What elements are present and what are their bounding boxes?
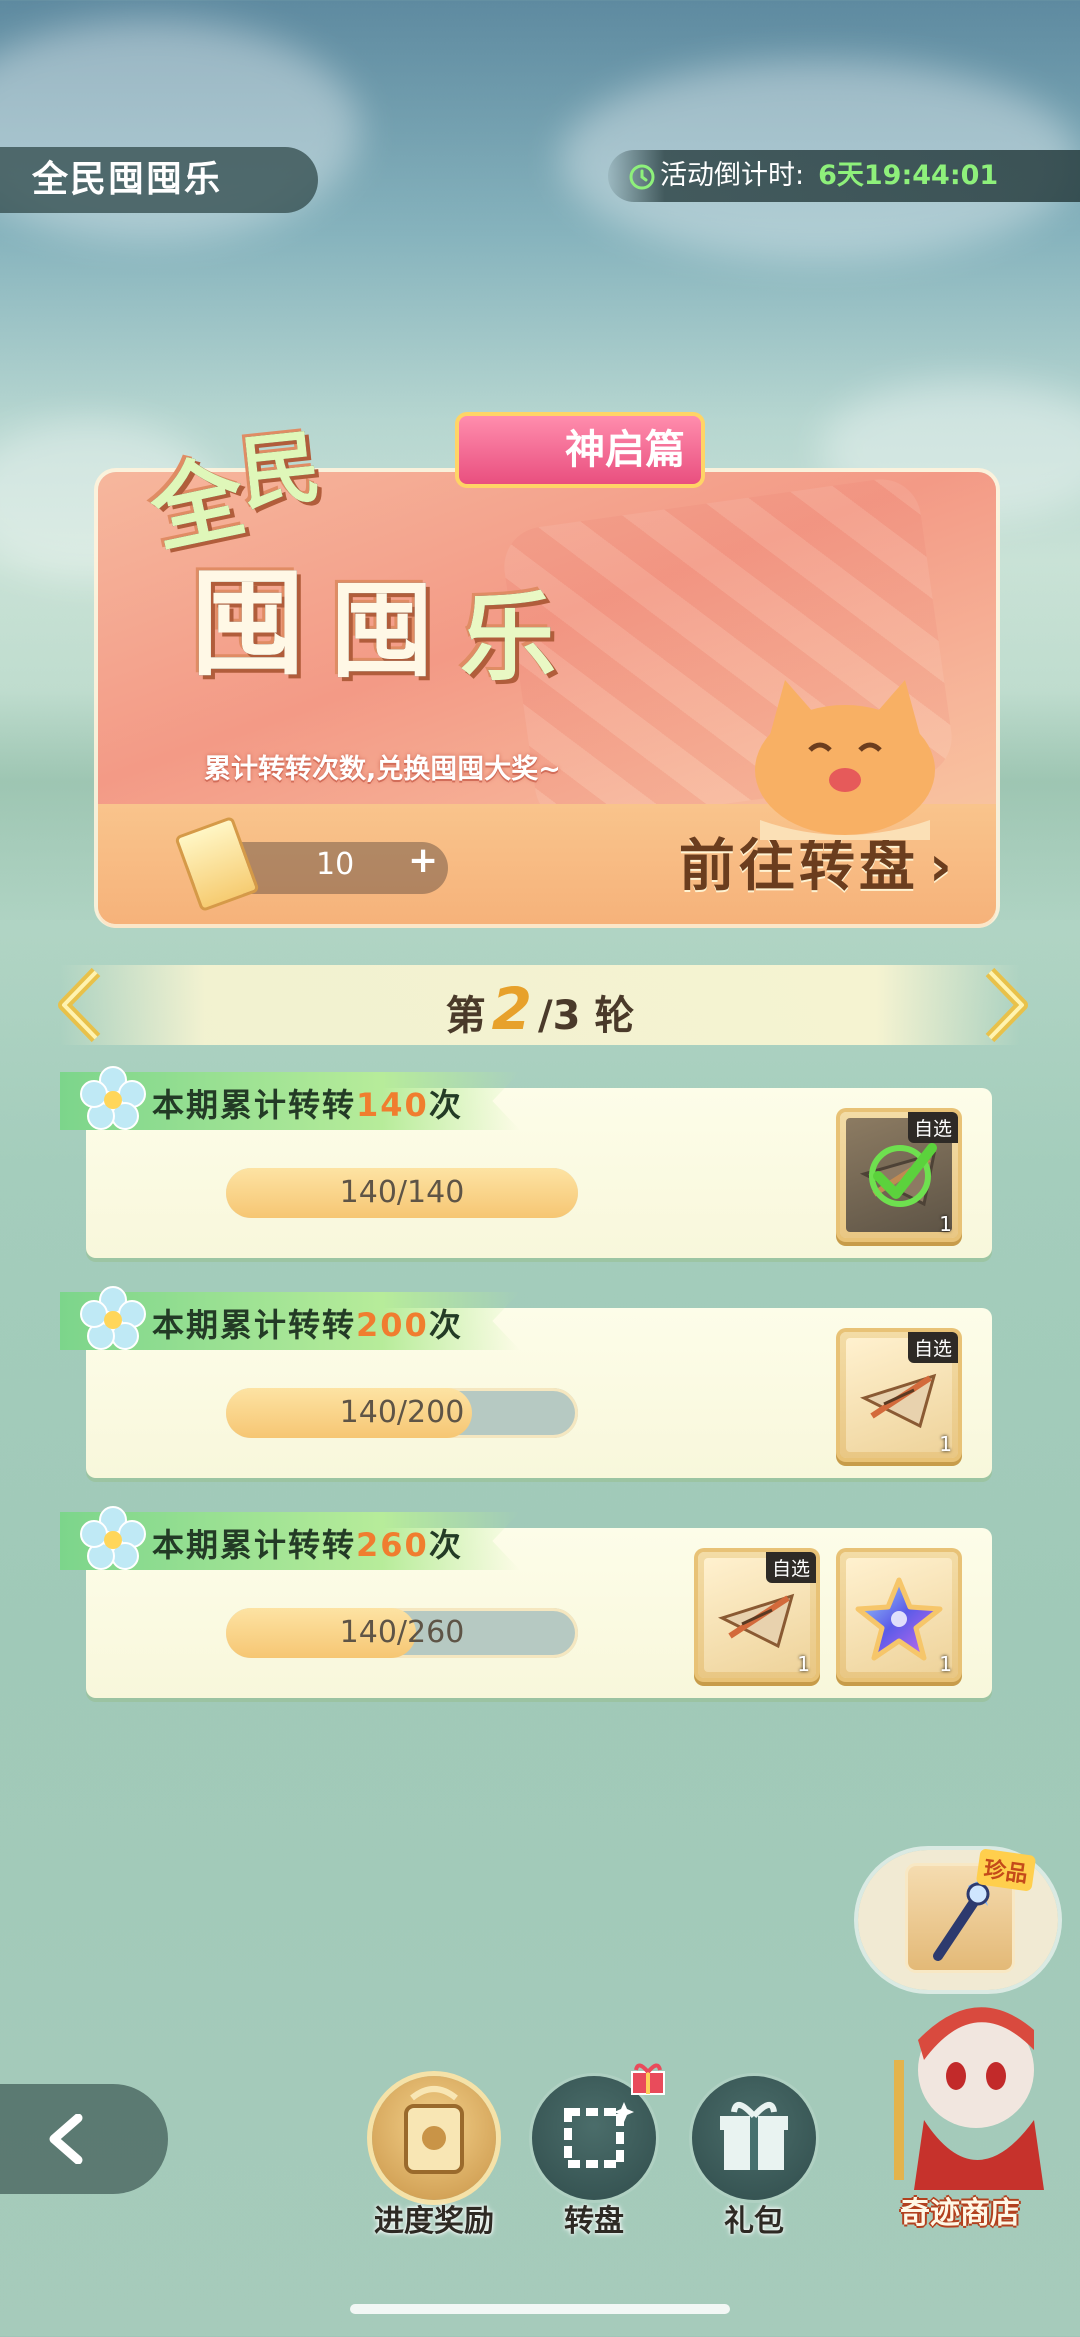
task-target: 140 <box>356 1086 429 1124</box>
star-crystal-icon <box>855 1577 943 1661</box>
logo-char: 民 <box>236 420 326 521</box>
chevron-right-icon: › <box>928 834 956 899</box>
task-title-ribbon: 本期累计转转260次 <box>60 1506 520 1570</box>
flower-icon <box>80 1506 146 1570</box>
optional-tag: 自选 <box>765 1552 816 1583</box>
reward-item[interactable]: 1 <box>840 1552 958 1678</box>
back-button[interactable] <box>0 2084 168 2194</box>
task-title-prefix: 本期累计转转 <box>152 1086 357 1124</box>
task-progress-bar: 140/200 <box>226 1388 578 1438</box>
ticket-count: 10 <box>316 847 355 882</box>
task-progress-text: 140/140 <box>339 1175 465 1210</box>
home-indicator[interactable] <box>350 2304 730 2314</box>
task-title-prefix: 本期累计转转 <box>152 1526 357 1564</box>
logo-char: 囤 <box>190 557 306 692</box>
task-title-ribbon: 本期累计转转200次 <box>60 1286 520 1350</box>
go-to-wheel-label: 前往转盘 <box>678 834 919 899</box>
add-ticket-button[interactable]: + <box>408 840 438 881</box>
logo-char: 乐 <box>460 582 556 694</box>
banner-subtitle: 累计转转次数,兑换囤囤大奖~ <box>204 754 561 785</box>
reward-book-icon <box>404 2086 464 2174</box>
gift-pack-button[interactable] <box>692 2076 816 2200</box>
progress-reward-button[interactable] <box>372 2076 496 2200</box>
reward-count: 1 <box>939 1432 952 1456</box>
crossbow-reward-icon <box>860 1373 937 1429</box>
clock-icon <box>629 164 655 190</box>
task-title: 本期累计转转200次 <box>152 1300 463 1346</box>
task-progress-bar: 140/260 <box>226 1608 578 1658</box>
task-target: 260 <box>356 1526 429 1564</box>
logo-char: 囤 <box>330 570 435 692</box>
flower-icon <box>80 1286 146 1350</box>
round-suffix: 轮 <box>594 993 635 1039</box>
round-total: /3 <box>537 993 581 1039</box>
countdown-bar: 活动倒计时: 6天19:44:01 <box>608 150 1080 202</box>
gift-icon <box>720 2102 788 2170</box>
round-indicator: 第 2/3 轮 <box>0 975 1080 1043</box>
task-title-prefix: 本期累计转转 <box>152 1306 357 1344</box>
round-prefix: 第 <box>445 993 486 1039</box>
task-progress-text: 140/260 <box>339 1615 465 1650</box>
miracle-shop-label[interactable]: 奇迹商店 <box>900 2188 1020 2232</box>
task-title-suffix: 次 <box>428 1306 463 1344</box>
gift-notification-icon <box>631 2063 665 2095</box>
task-title-suffix: 次 <box>428 1086 463 1124</box>
reward-item[interactable]: 自选 1 <box>840 1332 958 1458</box>
reward-count: 1 <box>797 1652 810 1676</box>
task-progress-text: 140/200 <box>339 1395 465 1430</box>
gift-pack-label: 礼包 <box>724 2204 784 2239</box>
countdown-label: 活动倒计时: <box>660 160 805 191</box>
reward-item[interactable]: 自选 1 <box>840 1112 958 1238</box>
reward-item[interactable]: 自选 1 <box>698 1552 816 1678</box>
cat-mascot-icon <box>755 680 935 840</box>
task-title-suffix: 次 <box>428 1526 463 1564</box>
current-round: 2 <box>491 975 532 1043</box>
task-title-ribbon: 本期累计转转140次 <box>60 1066 520 1130</box>
optional-tag: 自选 <box>907 1112 958 1143</box>
shop-character-icon[interactable] <box>884 1990 1064 2190</box>
flower-icon <box>80 1066 146 1130</box>
task-target: 200 <box>356 1306 429 1344</box>
task-title: 本期累计转转260次 <box>152 1520 463 1566</box>
task-progress-bar: 140/140 <box>226 1168 578 1218</box>
rare-tag: 珍品 <box>975 1848 1037 1892</box>
optional-tag: 自选 <box>907 1332 958 1363</box>
chapter-badge: 神启篇 <box>455 412 705 488</box>
activity-title: 全民囤囤乐 <box>0 147 318 213</box>
crossbow-reward-icon <box>718 1593 795 1649</box>
reward-count: 1 <box>939 1652 952 1676</box>
countdown-value: 6天19:44:01 <box>818 160 999 191</box>
task-title: 本期累计转转140次 <box>152 1080 463 1126</box>
chevron-left-icon <box>49 2114 83 2164</box>
claimed-check-icon <box>869 1143 937 1207</box>
reward-count: 1 <box>939 1212 952 1236</box>
